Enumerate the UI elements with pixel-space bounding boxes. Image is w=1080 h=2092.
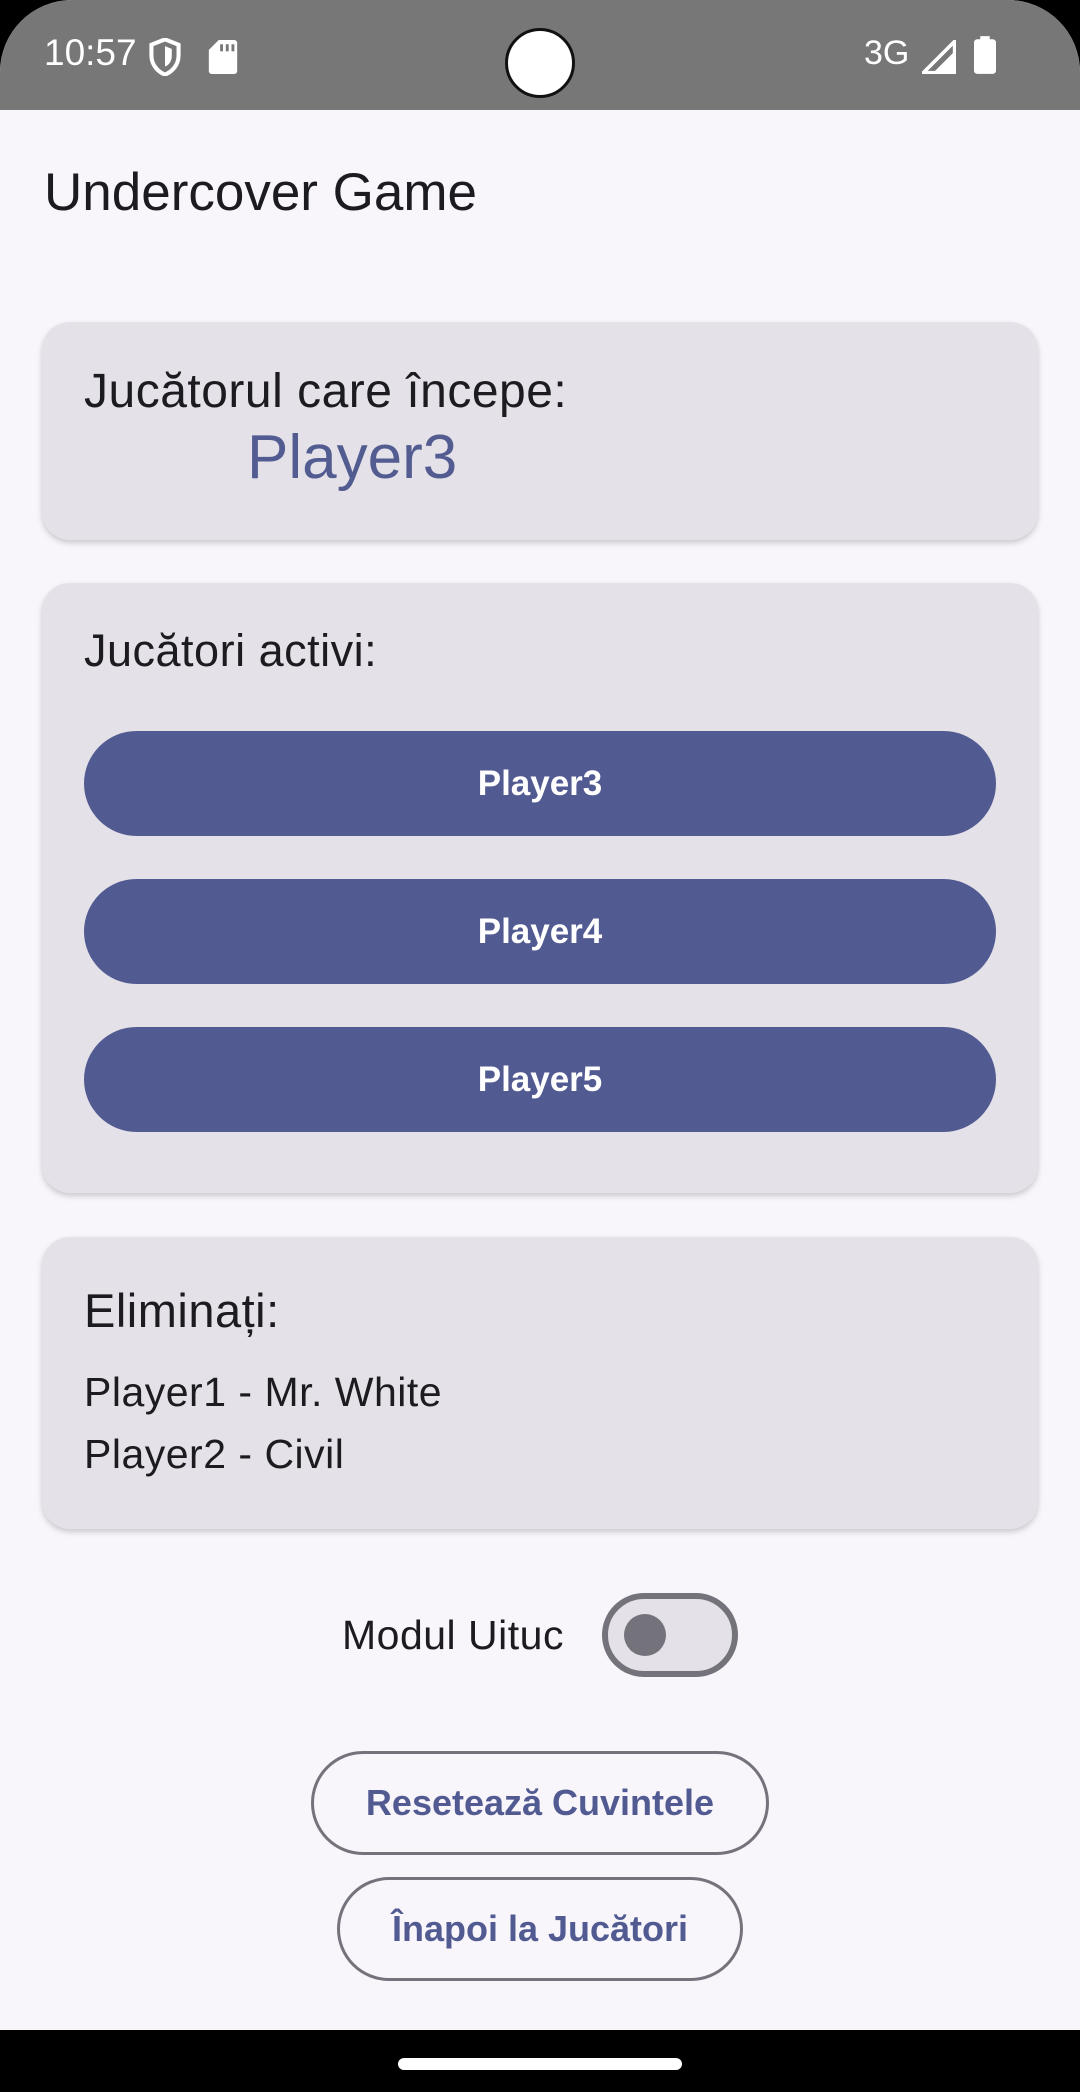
status-bar: 10:57 3G — [0, 0, 1080, 110]
reset-words-button[interactable]: Resetează Cuvintele — [311, 1751, 769, 1855]
app-title: Undercover Game — [44, 163, 478, 222]
back-to-players-button[interactable]: Înapoi la Jucători — [337, 1877, 743, 1981]
forgetful-mode-switch[interactable] — [602, 1593, 738, 1677]
switch-thumb — [624, 1614, 666, 1656]
status-time: 10:57 — [44, 32, 137, 73]
battery-icon — [974, 36, 996, 74]
shield-icon — [149, 38, 181, 76]
network-type: 3G — [864, 34, 910, 72]
forgetful-mode-label: Modul Uituc — [342, 1612, 564, 1658]
eliminated-item: Player2 - Civil — [84, 1431, 345, 1477]
home-gesture-handle[interactable] — [398, 2058, 682, 2070]
cellular-signal-icon — [922, 40, 956, 74]
active-players-card: Jucători activi: Player3 Player4 Player5 — [42, 583, 1038, 1193]
sd-card-icon — [208, 40, 238, 74]
eliminated-players-card: Eliminați: Player1 - Mr. White Player2 -… — [42, 1237, 1038, 1529]
camera-cutout — [505, 28, 575, 98]
player-button-player3[interactable]: Player3 — [84, 731, 996, 836]
starting-player-card: Jucătorul care începe: Player3 — [42, 322, 1038, 540]
eliminated-label: Eliminați: — [84, 1284, 280, 1337]
starting-player-value: Player3 — [247, 423, 458, 492]
starting-player-label: Jucătorul care începe: — [84, 365, 568, 418]
app-screen: 10:57 3G Undercover Game Jucătorul care … — [0, 0, 1080, 2092]
player-button-player4[interactable]: Player4 — [84, 879, 996, 984]
eliminated-item: Player1 - Mr. White — [84, 1369, 443, 1415]
player-button-player5[interactable]: Player5 — [84, 1027, 996, 1132]
active-players-label: Jucători activi: — [84, 625, 378, 676]
